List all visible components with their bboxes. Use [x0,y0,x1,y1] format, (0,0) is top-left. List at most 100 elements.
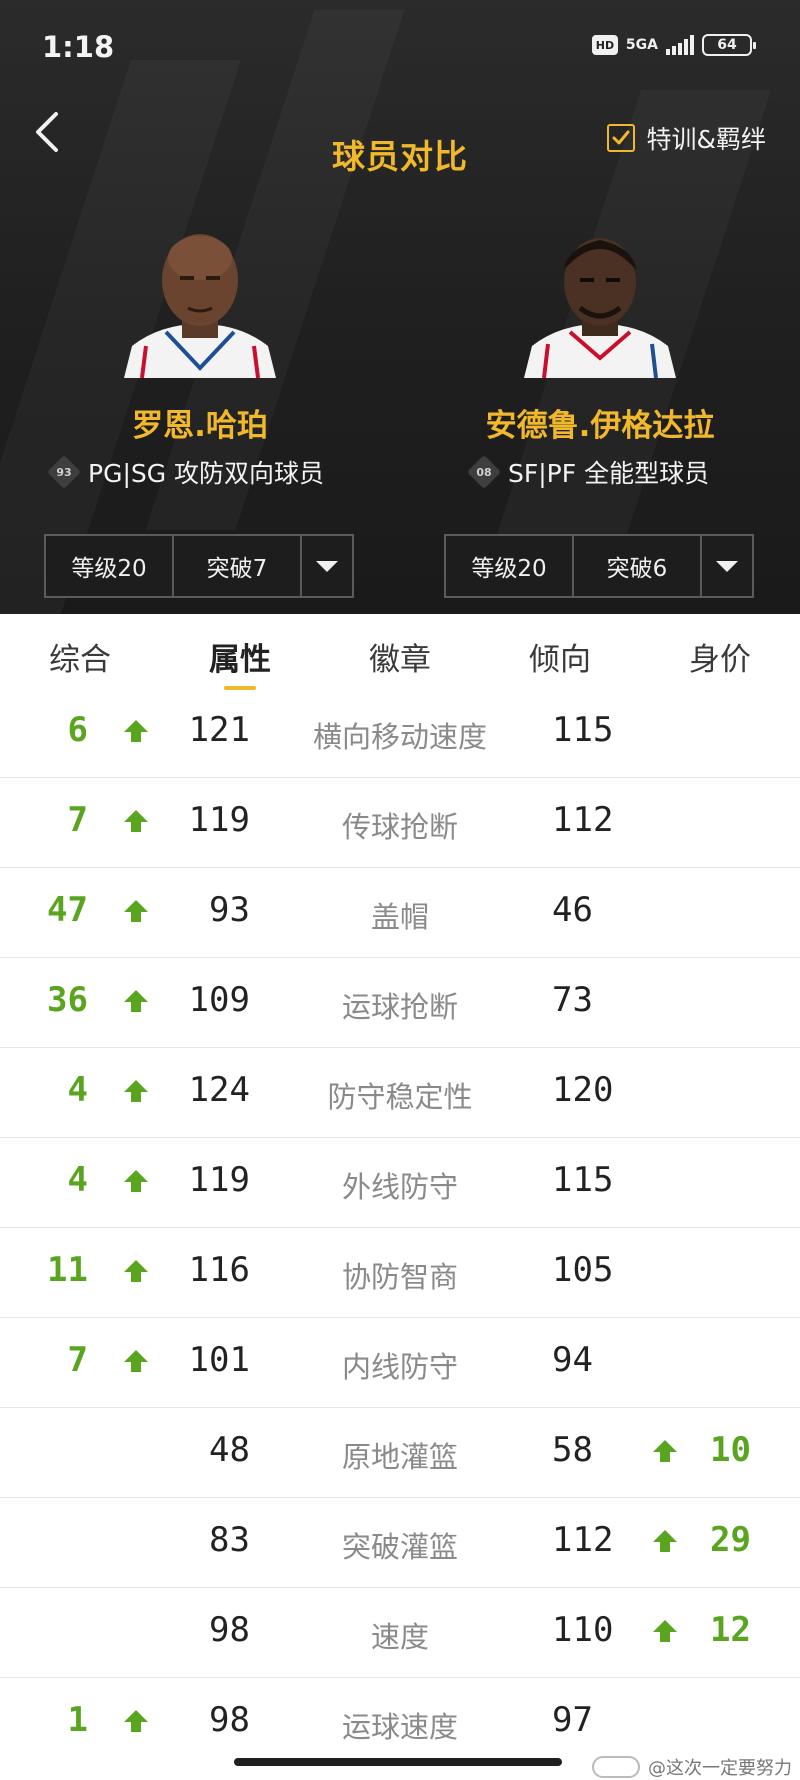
left-advantage-value: 4 [67,1070,88,1110]
level-selector-left: 等级20 突破7 [44,534,354,598]
checkmark-icon [612,130,629,145]
right-advantage-value: 12 [710,1610,751,1650]
left-player-value: 119 [188,1160,250,1200]
comparison-tabs: 综合 属性 徽章 倾向 身价 [0,614,800,694]
right-player-value: 120 [552,1070,614,1110]
attribute-row: 4 119 外线防守 115 [0,1138,800,1228]
left-advantage-value: 1 [67,1700,88,1740]
arrow-up-icon [124,1080,148,1102]
left-advantage-indicator [123,1168,149,1194]
triangle-down-icon [716,560,738,572]
attribute-row: 11 116 协防智商 105 [0,1228,800,1318]
arrow-up-icon [124,1170,148,1192]
hd-icon: HD [591,35,618,55]
weibo-logo-icon [592,1756,640,1778]
attribute-name: 协防智商 [341,1260,458,1294]
attribute-row: 6 121 横向移动速度 115 [0,688,800,778]
left-advantage-value: 47 [47,890,88,930]
left-advantage-indicator [123,898,149,924]
jersey-number-badge: 93 [50,458,78,486]
right-player-value: 115 [552,1160,614,1200]
tab-value[interactable]: 身价 [660,634,780,679]
left-player-value: 98 [209,1610,250,1650]
attribute-name: 内线防守 [341,1350,458,1384]
left-advantage-indicator [123,718,149,744]
battery-level: 64 [717,37,737,53]
comparison-header: 1:18 HD 5GA 64 球员对比 特训&羁绊 罗恩.哈珀 93 PG|SG… [0,0,800,614]
attribute-name: 运球速度 [341,1710,458,1744]
left-player-value: 109 [188,980,250,1020]
right-advantage-value: 29 [710,1520,751,1560]
attribute-name: 传球抢断 [341,810,458,844]
tab-badges[interactable]: 徽章 [340,634,460,679]
attribute-name: 原地灌篮 [341,1440,458,1474]
status-time: 1:18 [42,30,115,64]
left-player-value: 83 [209,1520,250,1560]
player-avatar [520,228,680,379]
left-advantage-indicator [123,1708,149,1734]
level-dropdown-button[interactable] [302,536,352,596]
tab-tendencies[interactable]: 倾向 [500,634,620,679]
home-indicator[interactable] [234,1758,562,1766]
breakthrough-selector[interactable]: 突破6 [574,536,702,596]
arrow-up-icon [124,900,148,922]
status-bar: 1:18 HD 5GA 64 [0,0,800,100]
left-player-value: 101 [188,1340,250,1380]
attribute-name: 盖帽 [370,900,429,934]
train-bond-label: 特训&羁绊 [646,125,767,154]
train-bond-checkbox[interactable] [606,124,635,152]
right-player-value: 110 [552,1610,614,1650]
left-advantage-indicator [123,1348,149,1374]
left-advantage-indicator [123,988,149,1014]
right-player-value: 112 [552,1520,614,1560]
left-advantage-value: 36 [47,980,88,1020]
right-player-value: 112 [552,800,614,840]
left-advantage-indicator [123,1078,149,1104]
attribute-name: 防守稳定性 [327,1080,473,1114]
watermark-text: @这次一定要努力 [648,1758,792,1779]
player-card-right: 安德鲁.伊格达拉 08 SF|PF 全能型球员 [420,228,800,498]
grade-selector[interactable]: 等级20 [46,536,174,596]
right-player-value: 115 [552,710,614,750]
player-card-left: 罗恩.哈珀 93 PG|SG 攻防双向球员 [0,228,380,498]
left-player-value: 119 [188,800,250,840]
left-advantage-value: 7 [67,1340,88,1380]
left-player-value: 93 [209,890,250,930]
attribute-name: 突破灌篮 [341,1530,458,1564]
arrow-up-icon [124,720,148,742]
left-advantage-indicator [123,1258,149,1284]
player-info: 93 PG|SG 攻防双向球员 [50,454,324,490]
attribute-name: 速度 [370,1620,429,1654]
player-name: 罗恩.哈珀 [132,408,268,444]
right-player-value: 105 [552,1250,614,1290]
player-position-role: SF|PF 全能型球员 [508,459,710,488]
left-advantage-value: 7 [67,800,88,840]
left-player-value: 121 [188,710,250,750]
right-advantage-indicator [652,1438,678,1464]
level-selector-right: 等级20 突破6 [444,534,754,598]
attribute-row: 48 原地灌篮 58 10 [0,1408,800,1498]
left-advantage-value: 4 [67,1160,88,1200]
left-advantage-value: 6 [67,710,88,750]
signal-icon [666,35,694,55]
arrow-up-icon [653,1530,677,1552]
left-player-value: 116 [188,1250,250,1290]
arrow-up-icon [653,1620,677,1642]
player-position-role: PG|SG 攻防双向球员 [88,459,325,488]
tab-overall[interactable]: 综合 [20,634,140,679]
level-dropdown-button[interactable] [702,536,752,596]
player-name: 安德鲁.伊格达拉 [485,408,715,444]
train-bond-toggle[interactable]: 特训&羁绊 [606,120,767,156]
right-advantage-value: 10 [710,1430,751,1470]
attribute-row: 47 93 盖帽 46 [0,868,800,958]
breakthrough-selector[interactable]: 突破7 [174,536,302,596]
tab-attributes[interactable]: 属性 [180,634,300,679]
jersey-number-badge: 08 [470,458,498,486]
attribute-row: 4 124 防守稳定性 120 [0,1048,800,1138]
grade-selector[interactable]: 等级20 [446,536,574,596]
left-player-value: 98 [209,1700,250,1740]
network-type: 5GA [625,37,658,53]
arrow-up-icon [124,1710,148,1732]
right-player-value: 73 [552,980,593,1020]
attribute-name: 横向移动速度 [312,720,487,754]
